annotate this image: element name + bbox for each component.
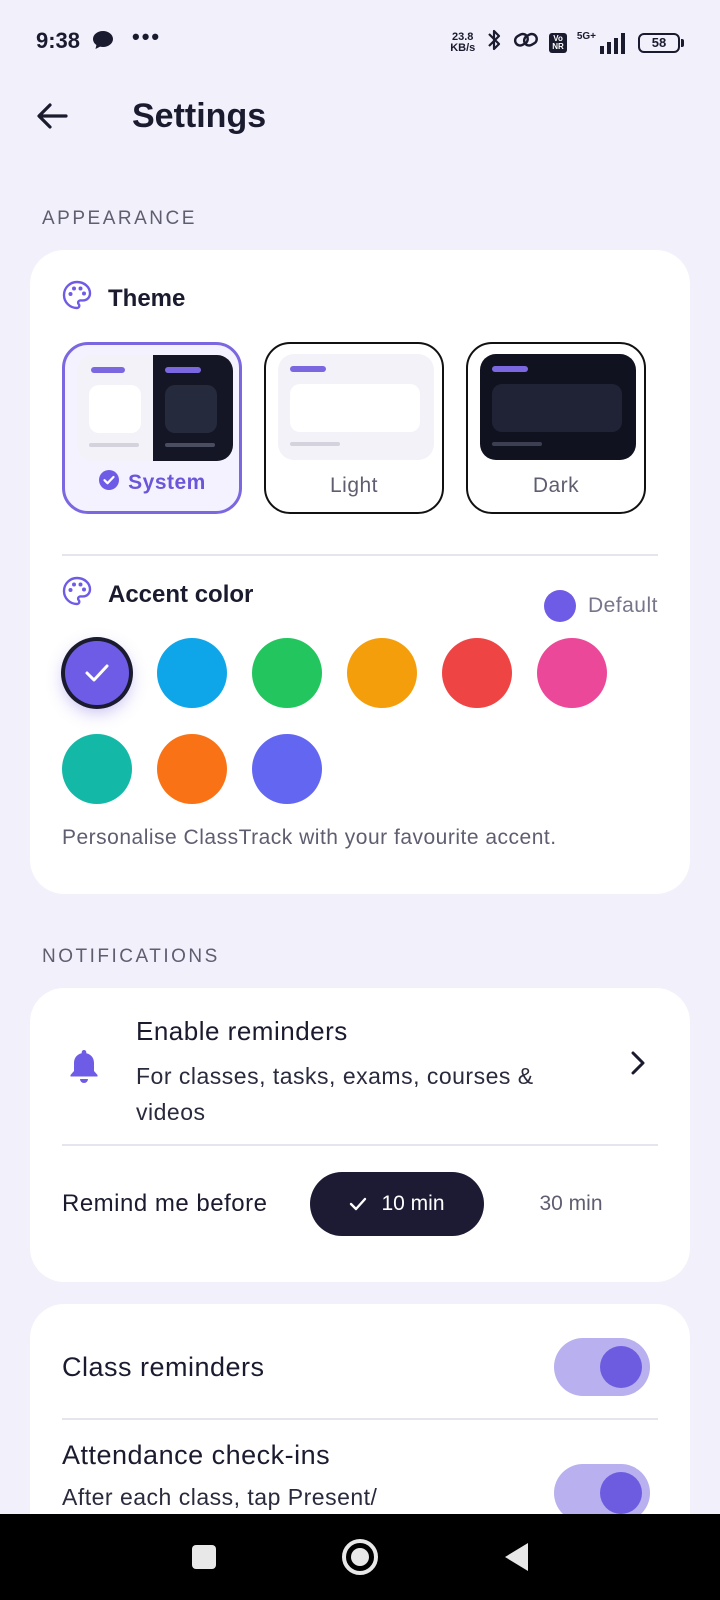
accent-heading: Accent color xyxy=(62,576,253,613)
divider xyxy=(62,554,658,556)
square-icon xyxy=(192,1545,216,1569)
check-icon xyxy=(85,664,109,682)
accent-hint: Personalise ClassTrack with your favouri… xyxy=(62,826,557,849)
accent-swatch-pink[interactable] xyxy=(537,638,607,708)
accent-current-dot xyxy=(543,590,576,622)
notifications-card: Enable reminders For classes, tasks, exa… xyxy=(30,988,690,1282)
system-theme-preview xyxy=(77,355,233,461)
theme-option-light[interactable]: Light xyxy=(264,342,444,514)
appearance-card: Theme System Light Dark Accent color Def… xyxy=(30,250,690,894)
accent-swatch-amber[interactable] xyxy=(347,638,417,708)
system-nav-bar xyxy=(0,1514,720,1600)
remind-option-30-min[interactable]: 30 min xyxy=(526,1172,616,1236)
arrow-left-icon xyxy=(37,103,68,129)
divider xyxy=(62,1144,658,1146)
status-more-dots: ••• xyxy=(132,24,162,49)
theme-option-label: Light xyxy=(329,474,379,497)
accent-swatch-orange[interactable] xyxy=(157,734,227,804)
theme-option-system[interactable]: System xyxy=(62,342,242,514)
chevron-right-icon xyxy=(630,1050,646,1081)
attendance-label: Attendance check-ins xyxy=(62,1440,331,1470)
check-circle-icon xyxy=(98,469,120,497)
theme-heading: Theme xyxy=(62,280,185,317)
status-bar: 9:38 ••• 23.8 KB/s Vo NR 5G+ 58 xyxy=(0,0,720,84)
theme-label: Theme xyxy=(108,284,186,312)
remind-before-label: Remind me before xyxy=(62,1190,268,1217)
bell-icon xyxy=(68,1048,100,1089)
enable-reminders-row[interactable]: Enable reminders For classes, tasks, exa… xyxy=(30,988,690,1146)
home-button[interactable] xyxy=(310,1514,410,1600)
palette-icon xyxy=(62,280,92,317)
volte-icon: Vo NR xyxy=(549,32,567,53)
back-button[interactable] xyxy=(30,94,74,138)
enable-reminders-title: Enable reminders xyxy=(136,1016,348,1046)
accent-current: Default xyxy=(543,590,658,622)
theme-option-label: System xyxy=(128,471,206,494)
accent-swatch-violet[interactable] xyxy=(65,641,129,705)
theme-option-label: Dark xyxy=(532,474,580,497)
remind-option-10-min[interactable]: 10 min xyxy=(310,1172,484,1236)
page-title: Settings xyxy=(132,97,267,135)
network-speed: 23.8 KB/s xyxy=(450,30,476,54)
light-theme-preview xyxy=(278,354,434,460)
accent-swatch-red[interactable] xyxy=(442,638,512,708)
accent-label: Accent color xyxy=(108,580,254,608)
class-reminders-label: Class reminders xyxy=(62,1352,265,1382)
signal-icon: 5G+ xyxy=(577,31,628,54)
accent-swatch-indigo[interactable] xyxy=(252,734,322,804)
bluetooth-icon xyxy=(485,28,503,57)
class-reminders-toggle[interactable] xyxy=(554,1338,650,1396)
home-circle-icon xyxy=(342,1539,378,1575)
section-label-appearance: APPEARANCE xyxy=(42,208,197,229)
chat-bubble-icon xyxy=(92,30,114,55)
theme-option-dark[interactable]: Dark xyxy=(466,342,646,514)
attendance-subtitle: After each class, tap Present/ xyxy=(62,1484,378,1510)
link-icon xyxy=(513,30,539,55)
accent-swatch-green[interactable] xyxy=(252,638,322,708)
back-nav-button[interactable] xyxy=(466,1514,566,1600)
section-label-notifications: NOTIFICATIONS xyxy=(42,946,220,967)
accent-swatch-teal[interactable] xyxy=(62,734,132,804)
enable-reminders-subtitle: For classes, tasks, exams, courses & vid… xyxy=(136,1063,534,1125)
check-icon xyxy=(350,1197,367,1211)
accent-swatch-sky[interactable] xyxy=(157,638,227,708)
dark-theme-preview xyxy=(480,354,636,460)
palette-icon xyxy=(62,576,92,613)
status-time: 9:38 xyxy=(36,28,81,53)
recents-button[interactable] xyxy=(154,1514,254,1600)
divider xyxy=(62,1418,658,1420)
battery-icon: 58 xyxy=(638,32,684,53)
triangle-back-icon xyxy=(505,1543,528,1571)
